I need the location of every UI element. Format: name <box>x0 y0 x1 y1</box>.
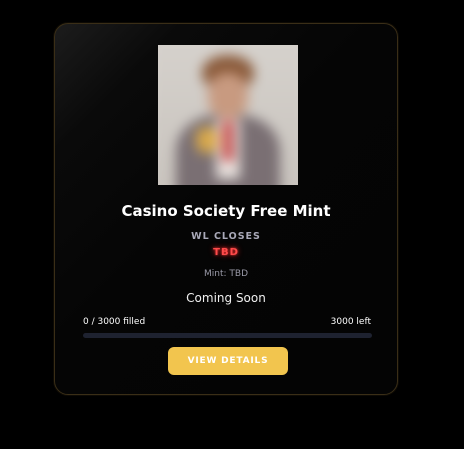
mint-progress-bar <box>83 333 372 338</box>
mint-date: Mint: TBD <box>204 269 248 279</box>
wl-closes-label: WL CLOSES <box>191 231 261 242</box>
view-details-button[interactable]: VIEW DETAILS <box>168 347 288 375</box>
mint-card: Casino Society Free Mint WL CLOSES TBD M… <box>54 23 398 395</box>
wl-closes-value: TBD <box>213 247 239 258</box>
filled-count: 0 / 3000 filled <box>83 317 146 327</box>
remaining-count: 3000 left <box>330 317 371 327</box>
mint-status: Coming Soon <box>186 291 266 305</box>
collection-title: Casino Society Free Mint <box>121 202 331 220</box>
nft-thumbnail <box>158 45 298 185</box>
